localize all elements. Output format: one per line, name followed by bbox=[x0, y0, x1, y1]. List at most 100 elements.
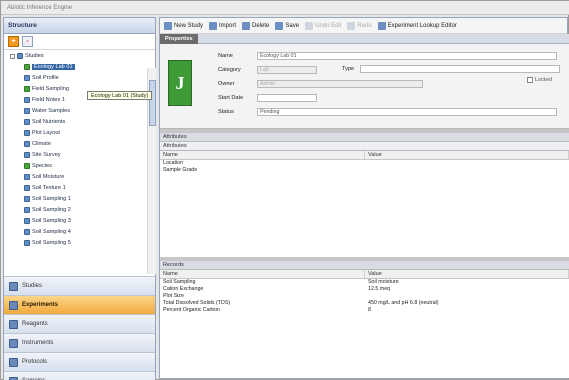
tree-node-icon bbox=[24, 130, 30, 136]
structure-tree: - Studies Ecology Lab 01 Soil Profile Field … bbox=[4, 50, 155, 276]
toolbar-button[interactable]: Save bbox=[275, 21, 300, 30]
collapse-all-button[interactable]: - bbox=[22, 36, 33, 47]
detail-panel: New Study Import Delete Save Undo Edit Redo Ex… bbox=[159, 17, 569, 379]
table-cell: Soil moisture bbox=[368, 279, 399, 285]
tree-scroll-thumb[interactable] bbox=[149, 80, 156, 126]
tree-node[interactable]: - Studies bbox=[10, 52, 44, 60]
nav-item-label: Instruments bbox=[22, 340, 54, 346]
tree-node[interactable]: Plot Layout bbox=[24, 129, 60, 137]
tree-node[interactable]: Species bbox=[24, 162, 52, 170]
tree-node[interactable]: Soil Sampling 3 bbox=[24, 217, 71, 225]
property-label: Start Date bbox=[218, 95, 244, 101]
tree-node[interactable]: Soil Moisture bbox=[24, 173, 64, 181]
tree-node-label: Soil Sampling 3 bbox=[32, 218, 71, 224]
table-row[interactable]: Cation Exchange 12.5 meq bbox=[160, 286, 569, 293]
tree-node-label: Site Survey bbox=[32, 152, 61, 158]
nav-item[interactable]: Instruments bbox=[4, 333, 155, 352]
tree-node-label: Field Notes 1 bbox=[32, 97, 65, 103]
tree-node[interactable]: Soil Sampling 4 bbox=[24, 228, 71, 236]
attributes-header: Name Value bbox=[160, 151, 569, 160]
toolbar-button[interactable]: Experiment Lookup Editor bbox=[377, 21, 457, 30]
property-field[interactable] bbox=[257, 94, 317, 102]
attributes-rows: Location Sample Grade bbox=[160, 160, 569, 174]
navigation-pane: Studies Experiments Reagents Instruments Pro… bbox=[4, 276, 155, 380]
tree-node[interactable]: Soil Profile bbox=[24, 74, 59, 82]
tab-properties[interactable]: Properties bbox=[160, 34, 198, 44]
nav-item-icon bbox=[9, 338, 18, 348]
property-label: Owner bbox=[218, 81, 235, 87]
tree-node-icon bbox=[24, 119, 30, 125]
tree-node-label: Soil Texture 1 bbox=[32, 185, 66, 191]
tree-node-icon bbox=[24, 75, 30, 81]
tree-node[interactable]: Soil Nutrients bbox=[24, 118, 65, 126]
tree-node[interactable]: Soil Sampling 1 bbox=[24, 195, 71, 203]
tree-node[interactable]: Soil Sampling 5 bbox=[24, 239, 71, 247]
toolbar-button-label: Save bbox=[285, 22, 300, 29]
tree-node[interactable]: Ecology Lab 01 bbox=[24, 63, 75, 71]
tree-node-icon bbox=[24, 163, 30, 169]
tree-expander-icon[interactable]: - bbox=[10, 53, 15, 59]
toolbar-button[interactable]: Redo bbox=[347, 21, 372, 30]
type-field[interactable] bbox=[360, 65, 560, 73]
toolbar-button-label: Redo bbox=[357, 22, 372, 29]
toolbar-button[interactable]: Undo Edit bbox=[305, 21, 342, 30]
tree-node-label: Soil Sampling 1 bbox=[32, 196, 71, 202]
attributes-section: Attributes Attributes Name Value Locatio… bbox=[160, 133, 569, 257]
tree-node-label: Field Sampling bbox=[32, 86, 69, 92]
nav-item[interactable]: Studies bbox=[4, 276, 155, 295]
structure-panel: Structure + - - Studies Ecology Lab 01 Soil… bbox=[3, 17, 156, 380]
tree-node[interactable]: Soil Texture 1 bbox=[24, 184, 66, 192]
nav-item[interactable]: Protocols bbox=[4, 352, 155, 371]
property-field[interactable]: Lab bbox=[257, 66, 317, 74]
property-field[interactable]: Pending bbox=[257, 108, 557, 116]
nav-item-icon bbox=[9, 357, 18, 367]
table-row[interactable]: Plot Size bbox=[160, 293, 569, 300]
table-cell bbox=[365, 167, 569, 174]
toolbar-button-icon bbox=[209, 21, 218, 30]
nav-item[interactable]: Samples bbox=[4, 371, 155, 380]
table-cell: Cation Exchange bbox=[163, 286, 204, 292]
locked-checkbox[interactable] bbox=[527, 77, 533, 83]
tree-node[interactable]: Field Sampling bbox=[24, 85, 69, 93]
toolbar-button-label: Import bbox=[219, 22, 237, 29]
expand-all-button[interactable]: + bbox=[8, 36, 19, 47]
tree-node-icon bbox=[24, 207, 30, 213]
nav-item[interactable]: Reagents bbox=[4, 314, 155, 333]
tree-node[interactable]: Soil Sampling 2 bbox=[24, 206, 71, 214]
tree-node-icon bbox=[24, 196, 30, 202]
toolbar-button[interactable]: Import bbox=[209, 21, 237, 30]
tree-node-label: Water Samples bbox=[32, 108, 71, 114]
table-row[interactable]: Total Dissolved Solids (TDS) 450 mg/L and… bbox=[160, 300, 569, 307]
records-col-name[interactable]: Name bbox=[160, 270, 365, 278]
tree-node[interactable]: Site Survey bbox=[24, 151, 61, 159]
records-section: Records Name Value Soil Sampling Soil moi… bbox=[160, 261, 569, 378]
toolbar-button[interactable]: New Study bbox=[164, 21, 204, 30]
tree-node-icon bbox=[24, 97, 30, 103]
records-col-value[interactable]: Value bbox=[365, 270, 569, 278]
records-title: Records bbox=[160, 261, 569, 270]
tree-node[interactable]: Field Notes 1 bbox=[24, 96, 65, 104]
tree-node-label: Soil Moisture bbox=[32, 174, 65, 180]
property-field[interactable]: Admin bbox=[257, 80, 423, 88]
table-cell: 8 bbox=[368, 307, 371, 313]
toolbar-button-icon bbox=[347, 21, 356, 30]
property-field[interactable]: Ecology Lab 01 bbox=[257, 52, 557, 60]
locked-option[interactable]: Locked bbox=[527, 77, 552, 83]
table-row[interactable]: Location bbox=[160, 160, 569, 167]
toolbar-button-label: New Study bbox=[174, 22, 204, 29]
attributes-col-value[interactable]: Value bbox=[365, 151, 569, 159]
tree-node[interactable]: Climate bbox=[24, 140, 51, 148]
tree-node[interactable]: Water Samples bbox=[24, 107, 70, 115]
toolbar-button-label: Undo Edit bbox=[315, 22, 342, 29]
toolbar-button[interactable]: Delete bbox=[242, 21, 269, 30]
table-row[interactable]: Percent Organic Carbon 8 bbox=[160, 307, 569, 314]
attributes-col-name[interactable]: Name bbox=[160, 151, 365, 159]
table-row[interactable]: Sample Grade bbox=[160, 167, 569, 174]
table-cell: Total Dissolved Solids (TDS) bbox=[163, 300, 231, 306]
nav-item[interactable]: Experiments bbox=[4, 295, 155, 314]
nav-item-label: Reagents bbox=[22, 321, 48, 327]
toolbar-button-icon bbox=[275, 21, 284, 30]
table-cell: Sample Grade bbox=[163, 167, 198, 173]
table-row[interactable]: Soil Sampling Soil moisture bbox=[160, 279, 569, 286]
tree-node-label: Soil Nutrients bbox=[32, 119, 66, 125]
